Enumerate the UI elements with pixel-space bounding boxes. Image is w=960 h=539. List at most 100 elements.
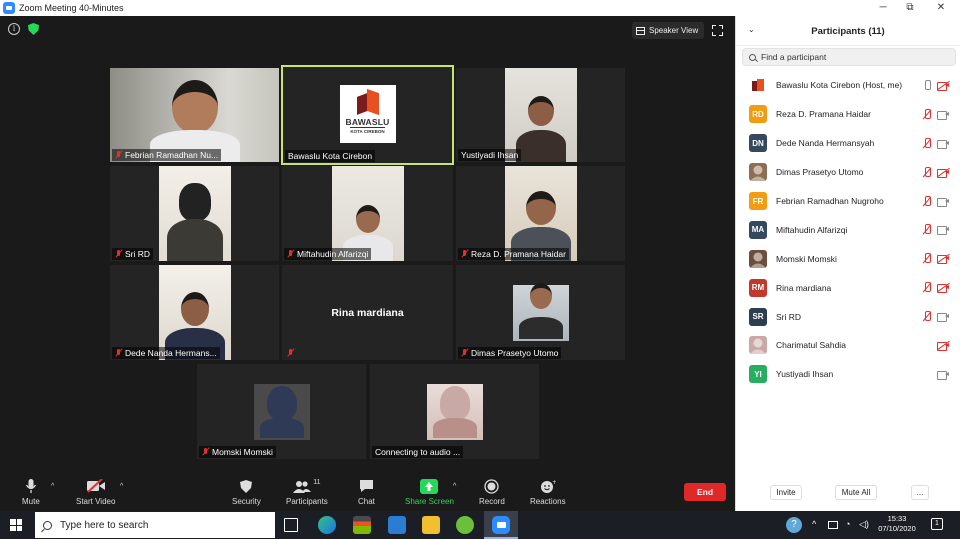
participant-row[interactable]: FR Febrian Ramadhan Nugroho bbox=[736, 187, 960, 216]
video-off-icon[interactable] bbox=[937, 340, 950, 352]
video-tile-dimas[interactable]: Dimas Prasetyo Utomo bbox=[455, 264, 626, 361]
participant-row[interactable]: Bawaslu Kota Cirebon (Host, me) bbox=[736, 71, 960, 100]
wifi-icon[interactable]: ◔ bbox=[845, 519, 850, 529]
muted-mic-icon[interactable] bbox=[922, 137, 932, 149]
video-icon[interactable] bbox=[937, 110, 950, 120]
video-tile-miftahudin[interactable]: Miftahudin Alfarizqi bbox=[281, 165, 454, 262]
end-meeting-button[interactable]: End bbox=[684, 483, 726, 501]
fullscreen-icon[interactable] bbox=[712, 25, 723, 36]
muted-mic-icon[interactable] bbox=[922, 253, 932, 264]
video-tile-febrian[interactable]: Febrian Ramadhan Nu... bbox=[109, 67, 280, 163]
participant-avatar bbox=[749, 336, 767, 355]
participant-name: Miftahudin Alfarizqi bbox=[776, 224, 848, 235]
video-icon[interactable] bbox=[937, 139, 950, 149]
video-off-icon bbox=[86, 479, 105, 493]
start-video-button[interactable]: Start Video bbox=[76, 478, 115, 506]
video-icon[interactable] bbox=[937, 225, 950, 236]
participant-row[interactable]: DN Dede Nanda Hermansyah bbox=[736, 129, 960, 158]
muted-mic-icon[interactable] bbox=[922, 108, 932, 120]
video-icon[interactable] bbox=[937, 312, 950, 323]
file-explorer-icon[interactable] bbox=[422, 516, 440, 534]
taskbar-search-input[interactable]: Type here to search bbox=[35, 512, 275, 538]
participant-name: Bawaslu Kota Cirebon bbox=[288, 151, 373, 161]
encryption-shield-icon[interactable] bbox=[28, 23, 39, 35]
participant-name: Reza D. Pramana Haidar bbox=[471, 249, 566, 259]
video-tile-bawaslu-active-speaker[interactable]: BAWASLU KOTA CIREBON Bawaslu Kota Cirebo… bbox=[281, 65, 454, 165]
muted-mic-icon[interactable] bbox=[922, 282, 932, 293]
video-tile-reza[interactable]: Reza D. Pramana Haidar bbox=[455, 165, 626, 262]
participants-button[interactable]: 11 Participants bbox=[286, 478, 328, 507]
volume-icon[interactable]: ◁) bbox=[859, 519, 869, 530]
muted-mic-icon[interactable] bbox=[922, 195, 932, 207]
find-participant-input[interactable]: Find a participant bbox=[742, 48, 956, 66]
participant-name: Sri RD bbox=[776, 311, 802, 322]
participant-avatar: DN bbox=[749, 134, 767, 153]
close-button[interactable]: ✕ bbox=[926, 0, 956, 16]
more-options-button[interactable]: ... bbox=[911, 485, 929, 500]
task-view-icon[interactable] bbox=[284, 518, 298, 532]
video-tile-rina[interactable]: Rina mardiana bbox=[281, 264, 454, 361]
video-off-icon[interactable] bbox=[937, 254, 950, 265]
video-off-icon[interactable] bbox=[937, 283, 950, 294]
store-icon[interactable] bbox=[353, 516, 371, 534]
window-title: Zoom Meeting 40-Minutes bbox=[19, 3, 124, 13]
svg-text:+: + bbox=[552, 479, 556, 486]
participant-row[interactable]: Dimas Prasetyo Utomo bbox=[736, 158, 960, 187]
participant-name: Dede Nanda Hermans... bbox=[125, 348, 217, 358]
invite-button[interactable]: Invite bbox=[770, 485, 802, 500]
chat-button[interactable]: Chat bbox=[358, 478, 375, 506]
mute-all-button[interactable]: Mute All bbox=[835, 485, 877, 500]
battery-icon[interactable] bbox=[828, 521, 838, 529]
show-hidden-icons-icon[interactable]: ^ bbox=[812, 519, 816, 529]
reactions-button[interactable]: + Reactions bbox=[530, 478, 566, 507]
video-options-caret-icon[interactable]: ^ bbox=[120, 483, 123, 490]
share-screen-button[interactable]: Share Screen bbox=[405, 478, 454, 506]
participant-row[interactable]: SR Sri RD bbox=[736, 302, 960, 331]
video-icon[interactable] bbox=[937, 197, 950, 207]
video-tile-dede[interactable]: Dede Nanda Hermans... bbox=[109, 264, 280, 361]
whatsapp-icon[interactable] bbox=[456, 516, 474, 534]
edge-browser-icon[interactable] bbox=[318, 516, 336, 534]
video-tile-yustiyadi[interactable]: Yustiyadi Ihsan bbox=[455, 67, 626, 163]
participant-name: Charimatul Sahdia bbox=[776, 340, 846, 351]
video-icon[interactable] bbox=[937, 370, 950, 380]
muted-mic-icon[interactable] bbox=[922, 311, 932, 322]
participant-row[interactable]: RD Reza D. Pramana Haidar bbox=[736, 100, 960, 129]
help-icon[interactable]: ? bbox=[786, 517, 802, 533]
record-button[interactable]: Record bbox=[479, 478, 505, 506]
muted-mic-icon bbox=[115, 151, 122, 159]
video-off-icon[interactable] bbox=[937, 167, 950, 178]
maximize-button[interactable]: ⧉ bbox=[895, 0, 925, 16]
participant-row[interactable]: MA Miftahudin Alfarizqi bbox=[736, 215, 960, 244]
mail-icon[interactable] bbox=[388, 516, 406, 534]
search-icon bbox=[43, 520, 52, 530]
muted-mic-icon[interactable] bbox=[922, 166, 932, 178]
muted-mic-icon[interactable] bbox=[922, 224, 932, 235]
share-options-caret-icon[interactable]: ^ bbox=[453, 483, 456, 490]
participant-name: Reza D. Pramana Haidar bbox=[776, 109, 871, 120]
video-tile-momski[interactable]: Momski Momski bbox=[196, 363, 367, 460]
mute-button[interactable]: Mute bbox=[22, 478, 40, 506]
windows-start-icon[interactable] bbox=[10, 519, 22, 531]
mic-icon[interactable] bbox=[922, 80, 932, 91]
taskbar-clock[interactable]: 15:33 07/10/2020 bbox=[872, 514, 922, 534]
video-tile-charimatul[interactable]: Connecting to audio ... bbox=[369, 363, 540, 460]
info-icon[interactable]: i bbox=[8, 23, 20, 35]
participant-row[interactable]: YI Yustiyadi Ihsan bbox=[736, 360, 960, 389]
video-tile-sri[interactable]: Sri RD bbox=[109, 165, 280, 262]
participant-name: Rina mardiana bbox=[776, 282, 832, 293]
clock-date: 07/10/2020 bbox=[878, 524, 916, 533]
zoom-taskbar-item[interactable] bbox=[484, 511, 518, 539]
participant-row[interactable]: RM Rina mardiana bbox=[736, 273, 960, 302]
video-off-icon[interactable] bbox=[937, 80, 950, 91]
security-button[interactable]: Security bbox=[232, 478, 261, 506]
participant-row[interactable]: Momski Momski bbox=[736, 244, 960, 273]
participant-avatar: RD bbox=[749, 105, 767, 124]
participant-row[interactable]: Charimatul Sahdia bbox=[736, 331, 960, 360]
audio-options-caret-icon[interactable]: ^ bbox=[51, 483, 54, 490]
participant-name: Sri RD bbox=[125, 249, 151, 259]
minimize-button[interactable]: ─ bbox=[868, 0, 898, 16]
speaker-view-button[interactable]: Speaker View bbox=[632, 22, 704, 39]
notification-center-icon[interactable]: 1 bbox=[931, 518, 943, 530]
participant-name: Febrian Ramadhan Nu... bbox=[125, 150, 219, 160]
